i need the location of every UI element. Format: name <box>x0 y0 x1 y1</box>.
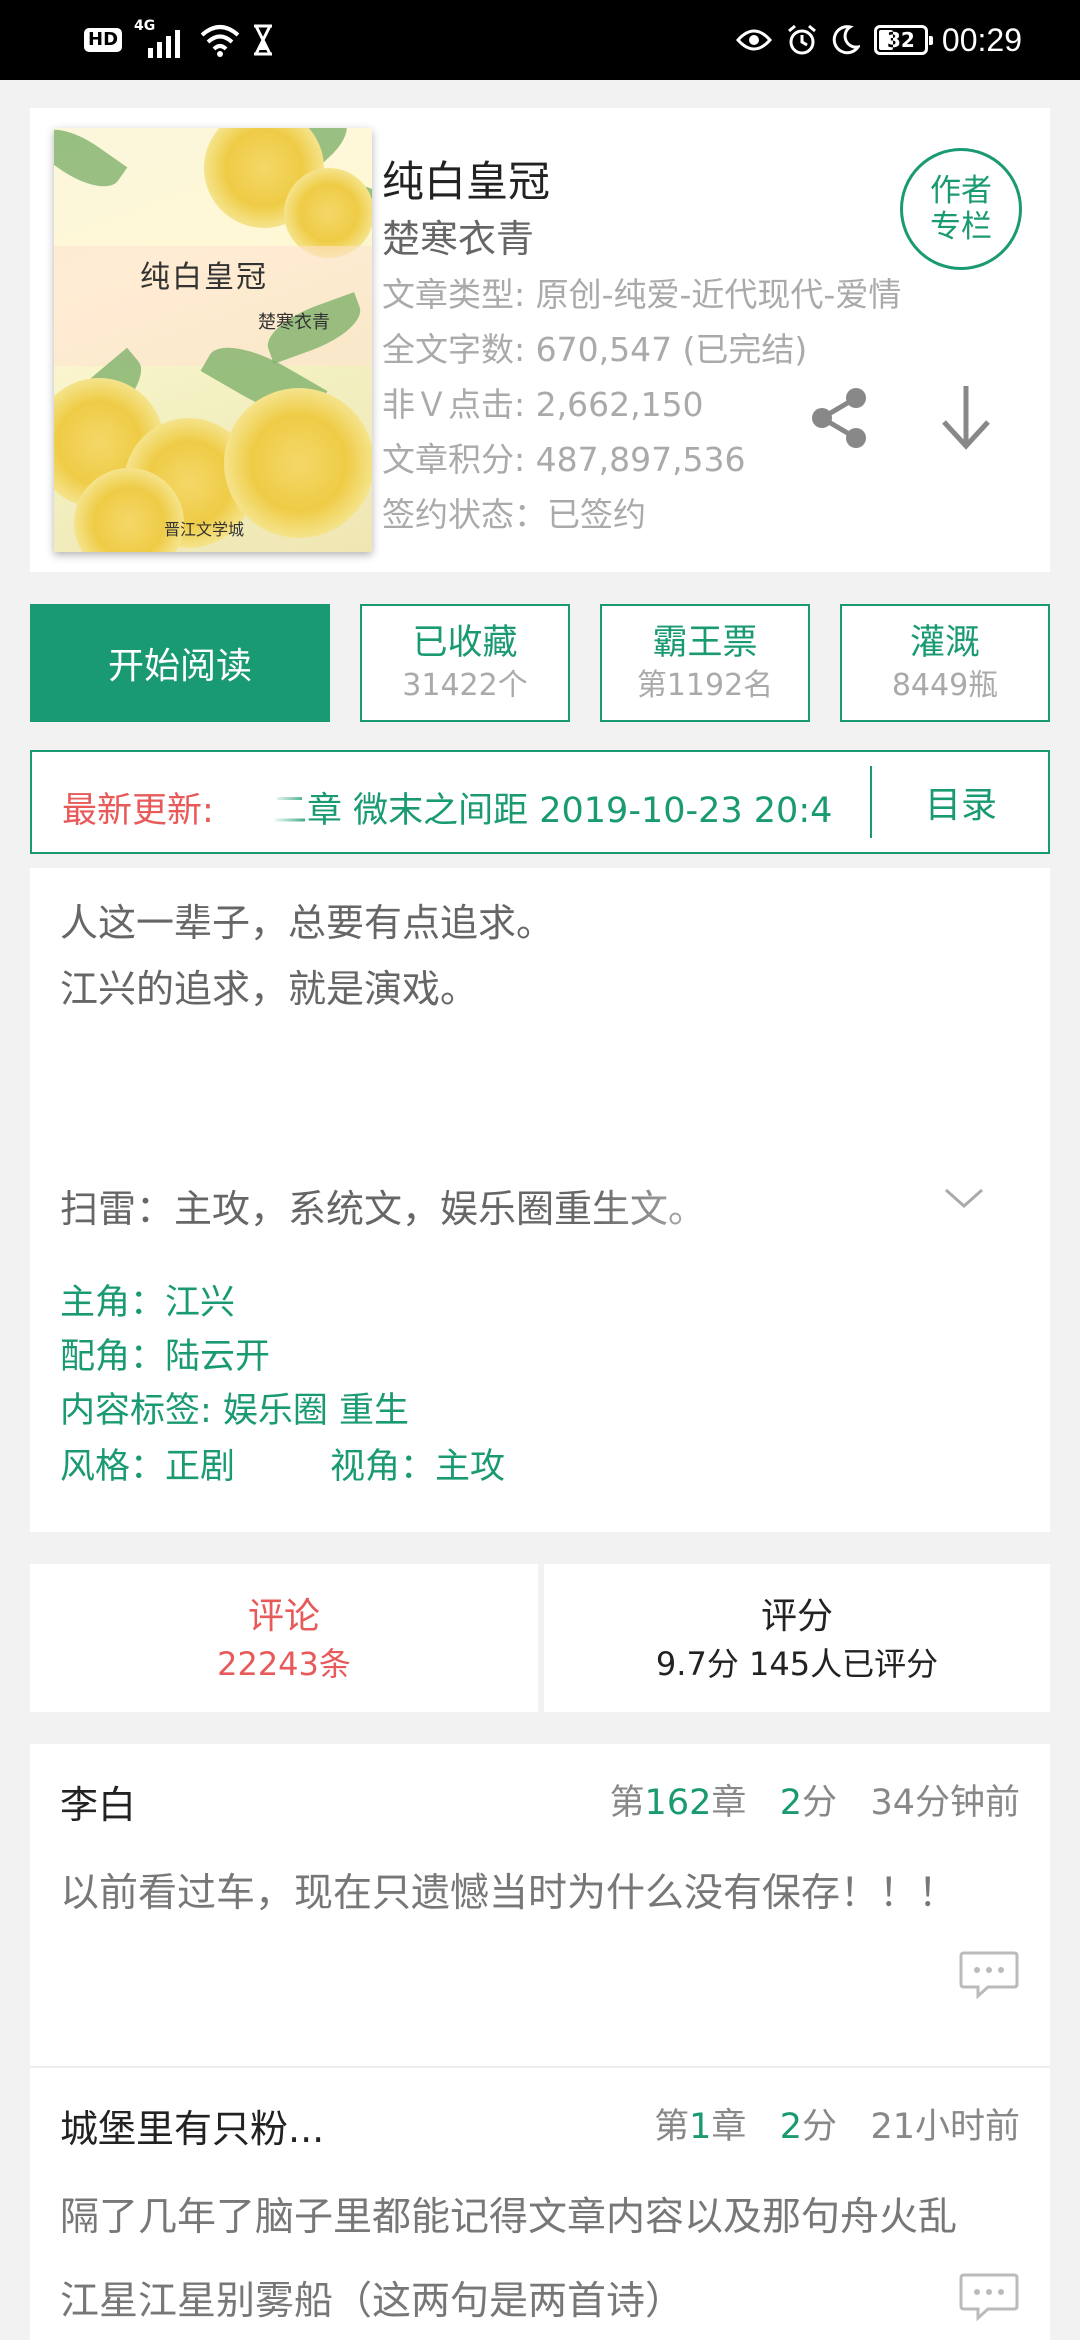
overlord-ticket-rank: 第1192名 <box>636 668 774 703</box>
favorite-count: 31422个 <box>402 668 528 703</box>
latest-update-bar: 最新更新: 二章 微末之间距 2019-10-23 20:4 目录 <box>30 750 1050 854</box>
comment-item[interactable]: 李白 第162章 2分 34分钟前 以前看过车，现在只遗憾当时为什么没有保存！！… <box>30 1744 1050 2066</box>
favorite-label: 已收藏 <box>412 623 518 663</box>
hourglass-icon <box>254 24 273 56</box>
clock: 00:29 <box>941 21 1022 58</box>
book-header-card: 纯白皇冠 楚寒衣青 晋江文学城 纯白皇冠 楚寒衣青 文章类型: 原创-纯爱-近代… <box>30 108 1050 572</box>
tab-rating-label: 评分 <box>760 1596 833 1637</box>
status-right: 32 00:29 <box>735 18 1022 62</box>
status-bar: HD 4G 32 00:29 <box>0 0 1080 80</box>
cover-title: 纯白皇冠 <box>140 260 268 295</box>
start-reading-button[interactable]: 开始阅读 <box>30 604 330 722</box>
author-column-button[interactable]: 作者 专栏 <box>900 148 1022 270</box>
comment-body: 隔了几年了脑子里都能记得文章内容以及那句舟火乱江星江星别雾船（这两句是两首诗） <box>60 2195 958 2324</box>
table-of-contents-button[interactable]: 目录 <box>872 752 1050 852</box>
reply-bubble-icon[interactable] <box>958 2272 1020 2322</box>
summary-line: 扫雷：主攻，系统文，娱乐圈重生文。 <box>60 1187 707 1231</box>
cover-publisher: 晋江文学城 <box>164 520 245 539</box>
cover-author: 楚寒衣青 <box>258 312 330 333</box>
tab-comments-label: 评论 <box>247 1596 320 1637</box>
comment-username[interactable]: 城堡里有只粉... <box>60 2098 324 2153</box>
eye-icon <box>735 29 772 51</box>
book-info-score: 文章积分: 487,897,536 <box>382 440 746 479</box>
favorite-button[interactable]: 已收藏 31422个 <box>360 604 570 722</box>
summary-line: 江兴的追求，就是演戏。 <box>60 967 479 1011</box>
author-column-label-1: 作者 <box>930 173 992 209</box>
alarm-icon <box>787 24 816 55</box>
author-column-label-2: 专栏 <box>930 209 992 245</box>
protagonist-label: 主角：江兴 <box>60 1283 236 1323</box>
book-cover[interactable]: 纯白皇冠 楚寒衣青 晋江文学城 <box>54 128 372 552</box>
tab-comments-count: 22243条 <box>217 1645 351 1683</box>
overlord-ticket-button[interactable]: 霸王票 第1192名 <box>600 604 810 722</box>
latest-update-chapter-link[interactable]: 二章 微末之间距 2019-10-23 20:4 <box>272 782 876 833</box>
cellular-signal-icon: 4G <box>134 18 188 58</box>
comment-item[interactable]: 城堡里有只粉... 第1章 2分 21小时前 隔了几年了脑子里都能记得文章内容以… <box>30 2068 1050 2340</box>
tab-rating-value: 9.7分 145人已评分 <box>655 1645 939 1683</box>
tab-rating[interactable]: 评分 9.7分 145人已评分 <box>544 1564 1050 1712</box>
battery-level: 32 <box>887 28 915 52</box>
share-icon[interactable] <box>808 386 872 450</box>
book-info-type: 文章类型: 原创-纯爱-近代现代-爱情 <box>382 275 902 314</box>
latest-update-label: 最新更新: <box>62 791 214 831</box>
chevron-down-icon[interactable] <box>942 1184 986 1212</box>
comment-list: 李白 第162章 2分 34分钟前 以前看过车，现在只遗憾当时为什么没有保存！！… <box>30 1744 1050 2340</box>
book-author-link[interactable]: 楚寒衣青 <box>382 208 534 263</box>
comment-meta: 第1章 2分 21小时前 <box>654 2107 1020 2147</box>
moon-icon <box>832 25 860 55</box>
book-info-word-count: 全文字数: 670,547 (已完结) <box>382 330 808 369</box>
irrigate-label: 灌溉 <box>909 623 980 663</box>
wifi-icon <box>200 25 240 57</box>
comment-body: 以前看过车，现在只遗憾当时为什么没有保存！！！ <box>60 1871 958 1916</box>
overlord-ticket-label: 霸王票 <box>652 623 758 663</box>
reply-bubble-icon[interactable] <box>958 1950 1020 2000</box>
irrigate-button[interactable]: 灌溉 8449瓶 <box>840 604 1050 722</box>
tab-comments[interactable]: 评论 22243条 <box>30 1564 538 1712</box>
book-info-clicks: 非Ｖ点击: 2,662,150 <box>382 385 704 424</box>
supporting-role-label: 配角：陆云开 <box>60 1337 271 1377</box>
summary-line: 人这一辈子，总要有点追求。 <box>60 901 555 945</box>
perspective-label: 视角：主攻 <box>330 1447 506 1487</box>
content-tags-label: 内容标签: 娱乐圈 重生 <box>60 1391 410 1431</box>
battery-icon: 32 <box>873 25 933 55</box>
book-title: 纯白皇冠 <box>382 157 551 206</box>
comment-rating-tabs: 评论 22243条 评分 9.7分 145人已评分 <box>30 1564 1050 1712</box>
irrigate-count: 8449瓶 <box>891 668 999 703</box>
style-label: 风格：正剧 <box>60 1447 236 1487</box>
comment-meta: 第162章 2分 34分钟前 <box>609 1783 1020 1823</box>
book-summary: 人这一辈子，总要有点追求。 江兴的追求，就是演戏。 扫雷：主攻，系统文，娱乐圈重… <box>30 868 1050 1532</box>
book-info-contract: 签约状态：已签约 <box>382 495 646 534</box>
comment-username[interactable]: 李白 <box>60 1774 136 1829</box>
hd-badge: HD <box>84 28 123 52</box>
status-left: HD 4G <box>84 18 274 62</box>
download-icon[interactable] <box>936 382 996 452</box>
